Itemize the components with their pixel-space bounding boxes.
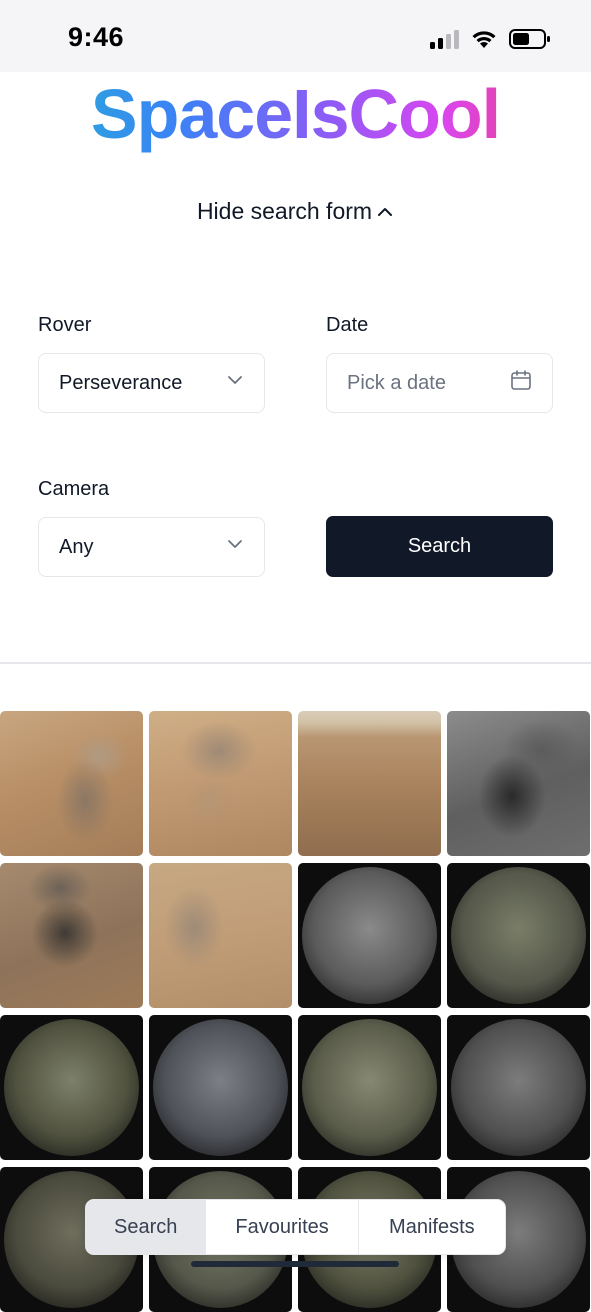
date-picker[interactable]: Pick a date <box>326 353 553 413</box>
cellular-signal-icon <box>430 29 459 49</box>
rover-photo-thumbnail[interactable] <box>149 711 292 856</box>
date-label: Date <box>326 314 369 336</box>
rover-photo-thumbnail[interactable] <box>0 711 143 856</box>
rover-photo-thumbnail[interactable] <box>298 1015 441 1160</box>
tab-search[interactable]: Search <box>86 1200 207 1254</box>
camera-select-value: Any <box>59 535 94 558</box>
camera-label: Camera <box>38 478 110 500</box>
rover-photo-thumbnail[interactable] <box>298 863 441 1008</box>
chevron-down-icon <box>226 535 244 559</box>
status-bar: 9:46 <box>0 0 591 72</box>
rover-photo-thumbnail[interactable] <box>149 1015 292 1160</box>
rover-label: Rover <box>38 314 92 336</box>
status-time: 9:46 <box>68 22 125 52</box>
bottom-tab-bar: Search Favourites Manifests <box>85 1199 506 1255</box>
tab-favourites[interactable]: Favourites <box>206 1200 359 1254</box>
home-indicator <box>191 1261 399 1267</box>
rover-select-value: Perseverance <box>59 371 183 394</box>
rover-photo-thumbnail[interactable] <box>447 711 590 856</box>
chevron-up-icon <box>376 203 394 221</box>
battery-icon <box>509 28 551 50</box>
tab-manifests-label: Manifests <box>389 1215 475 1238</box>
section-divider <box>0 662 591 664</box>
tab-search-label: Search <box>114 1215 178 1238</box>
rover-photo-thumbnail[interactable] <box>447 1015 590 1160</box>
tab-favourites-label: Favourites <box>235 1215 329 1238</box>
rover-photo-thumbnail[interactable] <box>0 863 143 1008</box>
calendar-icon <box>510 369 532 397</box>
status-icons <box>430 28 551 50</box>
rover-photo-thumbnail[interactable] <box>149 863 292 1008</box>
tab-manifests[interactable]: Manifests <box>359 1200 505 1254</box>
wifi-icon <box>471 29 497 49</box>
app-logo: SpaceIsCool <box>0 74 591 154</box>
rover-select[interactable]: Perseverance <box>38 353 265 413</box>
hide-search-form-toggle[interactable]: Hide search form <box>0 198 591 225</box>
rover-photo-thumbnail[interactable] <box>447 863 590 1008</box>
chevron-down-icon <box>226 371 244 395</box>
camera-select[interactable]: Any <box>38 517 265 577</box>
rover-photo-thumbnail[interactable] <box>0 1015 143 1160</box>
rover-photo-thumbnail[interactable] <box>298 711 441 856</box>
toggle-label: Hide search form <box>196 198 373 224</box>
date-picker-placeholder: Pick a date <box>347 371 446 394</box>
search-button[interactable]: Search <box>326 516 553 577</box>
